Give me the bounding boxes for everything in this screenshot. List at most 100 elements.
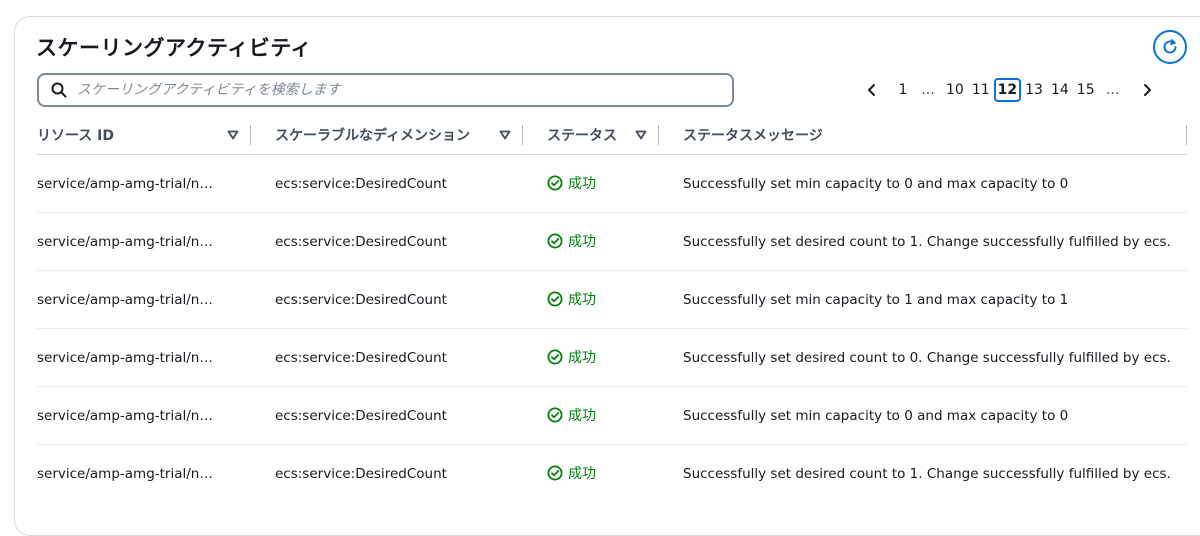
column-header-label: リソース ID	[37, 128, 115, 144]
status-text: 成功	[568, 175, 596, 192]
scalable-dimension-cell: ecs:service:DesiredCount	[251, 154, 523, 213]
resource-id-text: service/amp-amg-trial/n…	[37, 233, 213, 250]
sort-down-icon[interactable]	[499, 130, 511, 140]
status-text: 成功	[568, 291, 596, 308]
status-message-cell: Successfully set desired count to 1. Cha…	[659, 445, 1187, 503]
resource-id-cell: service/amp-amg-trial/n…	[37, 270, 251, 329]
status-message-cell: Successfully set desired count to 0. Cha…	[659, 328, 1187, 387]
status-message-text: Successfully set desired count to 1. Cha…	[683, 465, 1171, 482]
column-header-status[interactable]: ステータス	[523, 116, 659, 155]
success-check-icon	[547, 407, 563, 423]
status-badge: 成功	[547, 405, 596, 425]
status-message-text: Successfully set min capacity to 0 and m…	[683, 407, 1069, 424]
scalable-dimension-text: ecs:service:DesiredCount	[275, 291, 447, 308]
scalable-dimension-text: ecs:service:DesiredCount	[275, 465, 447, 482]
status-badge: 成功	[547, 289, 596, 309]
resource-id-cell: service/amp-amg-trial/n…	[37, 386, 251, 445]
scalable-dimension-cell: ecs:service:DesiredCount	[251, 328, 523, 387]
pagination-ellipsis: ...	[921, 82, 935, 98]
search-icon	[51, 82, 67, 98]
resource-id-text: service/amp-amg-trial/n…	[37, 465, 213, 482]
status-badge: 成功	[547, 173, 596, 193]
table-row: service/amp-amg-trial/n… ecs:service:Des…	[37, 386, 1187, 445]
status-message-text: Successfully set desired count to 1. Cha…	[683, 233, 1171, 250]
pagination-ellipsis-end: ...	[1105, 82, 1120, 98]
success-check-icon	[547, 175, 563, 191]
column-divider[interactable]	[1186, 125, 1187, 145]
column-header-label: スケーラブルなディメンション	[275, 128, 471, 144]
status-message-cell: Successfully set min capacity to 1 and m…	[659, 270, 1187, 329]
table-row: service/amp-amg-trial/n… ecs:service:Des…	[37, 270, 1187, 329]
status-text: 成功	[568, 349, 596, 366]
column-header-label: ステータス	[547, 128, 617, 144]
status-text: 成功	[568, 233, 596, 250]
page-13-button[interactable]: 13	[1021, 78, 1047, 102]
pagination: 1 ... 10 11 12 13 14 15 ...	[862, 78, 1157, 102]
scalable-dimension-text: ecs:service:DesiredCount	[275, 175, 447, 192]
resource-id-text: service/amp-amg-trial/n…	[37, 349, 213, 366]
search-box[interactable]	[37, 73, 734, 107]
scalable-dimension-text: ecs:service:DesiredCount	[275, 349, 447, 366]
resource-id-text: service/amp-amg-trial/n…	[37, 407, 213, 424]
panel-title: スケーリングアクティビティ	[36, 36, 312, 60]
chevron-right-icon	[1143, 84, 1151, 96]
success-check-icon	[547, 233, 563, 249]
status-badge: 成功	[547, 347, 596, 367]
status-cell: 成功	[523, 386, 659, 445]
status-cell: 成功	[523, 154, 659, 213]
scalable-dimension-cell: ecs:service:DesiredCount	[251, 212, 523, 271]
scaling-activity-table: リソース ID スケーラブルなディメンション ステータス ステータスメッセージ …	[37, 116, 1187, 502]
resource-id-text: service/amp-amg-trial/n…	[37, 175, 213, 192]
success-check-icon	[547, 465, 563, 481]
status-text: 成功	[568, 465, 596, 482]
column-header-label: ステータスメッセージ	[683, 128, 823, 144]
table-row: service/amp-amg-trial/n… ecs:service:Des…	[37, 445, 1187, 503]
success-check-icon	[547, 291, 563, 307]
page-1-button[interactable]: 1	[892, 78, 914, 102]
status-message-cell: Successfully set min capacity to 0 and m…	[659, 154, 1187, 213]
status-text: 成功	[568, 407, 596, 424]
status-cell: 成功	[523, 445, 659, 503]
status-cell: 成功	[523, 270, 659, 329]
previous-page-button[interactable]	[862, 78, 882, 102]
status-badge: 成功	[547, 463, 596, 483]
status-message-text: Successfully set desired count to 0. Cha…	[683, 349, 1171, 366]
sort-down-icon[interactable]	[635, 130, 647, 140]
status-message-cell: Successfully set min capacity to 0 and m…	[659, 386, 1187, 445]
success-check-icon	[547, 349, 563, 365]
status-message-text: Successfully set min capacity to 1 and m…	[683, 291, 1069, 308]
page-15-button[interactable]: 15	[1073, 78, 1099, 102]
scalable-dimension-text: ecs:service:DesiredCount	[275, 233, 447, 250]
page-12-button-current[interactable]: 12	[993, 78, 1022, 102]
refresh-icon	[1163, 39, 1177, 54]
chevron-left-icon	[868, 84, 875, 96]
status-badge: 成功	[547, 231, 596, 251]
page-11-button[interactable]: 11	[968, 78, 994, 102]
page-10-button[interactable]: 10	[942, 78, 968, 102]
column-header-resource-id[interactable]: リソース ID	[37, 116, 251, 155]
status-cell: 成功	[523, 328, 659, 387]
next-page-button[interactable]	[1137, 78, 1157, 102]
scalable-dimension-cell: ecs:service:DesiredCount	[251, 445, 523, 503]
status-message-cell: Successfully set desired count to 1. Cha…	[659, 212, 1187, 271]
refresh-button[interactable]	[1153, 30, 1187, 64]
page-14-button[interactable]: 14	[1047, 78, 1073, 102]
resource-id-cell: service/amp-amg-trial/n…	[37, 328, 251, 387]
search-input[interactable]	[75, 81, 732, 99]
column-header-scalable-dimension[interactable]: スケーラブルなディメンション	[251, 116, 523, 155]
column-header-status-message: ステータスメッセージ	[659, 116, 1187, 155]
scalable-dimension-cell: ecs:service:DesiredCount	[251, 386, 523, 445]
sort-down-icon[interactable]	[227, 130, 239, 140]
status-message-text: Successfully set min capacity to 0 and m…	[683, 175, 1069, 192]
table-header-row: リソース ID スケーラブルなディメンション ステータス ステータスメッセージ	[37, 116, 1187, 155]
table-row: service/amp-amg-trial/n… ecs:service:Des…	[37, 212, 1187, 271]
scalable-dimension-cell: ecs:service:DesiredCount	[251, 270, 523, 329]
table-row: service/amp-amg-trial/n… ecs:service:Des…	[37, 328, 1187, 387]
resource-id-cell: service/amp-amg-trial/n…	[37, 445, 251, 503]
table-row: service/amp-amg-trial/n… ecs:service:Des…	[37, 154, 1187, 213]
resource-id-cell: service/amp-amg-trial/n…	[37, 212, 251, 271]
status-cell: 成功	[523, 212, 659, 271]
resource-id-cell: service/amp-amg-trial/n…	[37, 154, 251, 213]
resource-id-text: service/amp-amg-trial/n…	[37, 291, 213, 308]
scalable-dimension-text: ecs:service:DesiredCount	[275, 407, 447, 424]
